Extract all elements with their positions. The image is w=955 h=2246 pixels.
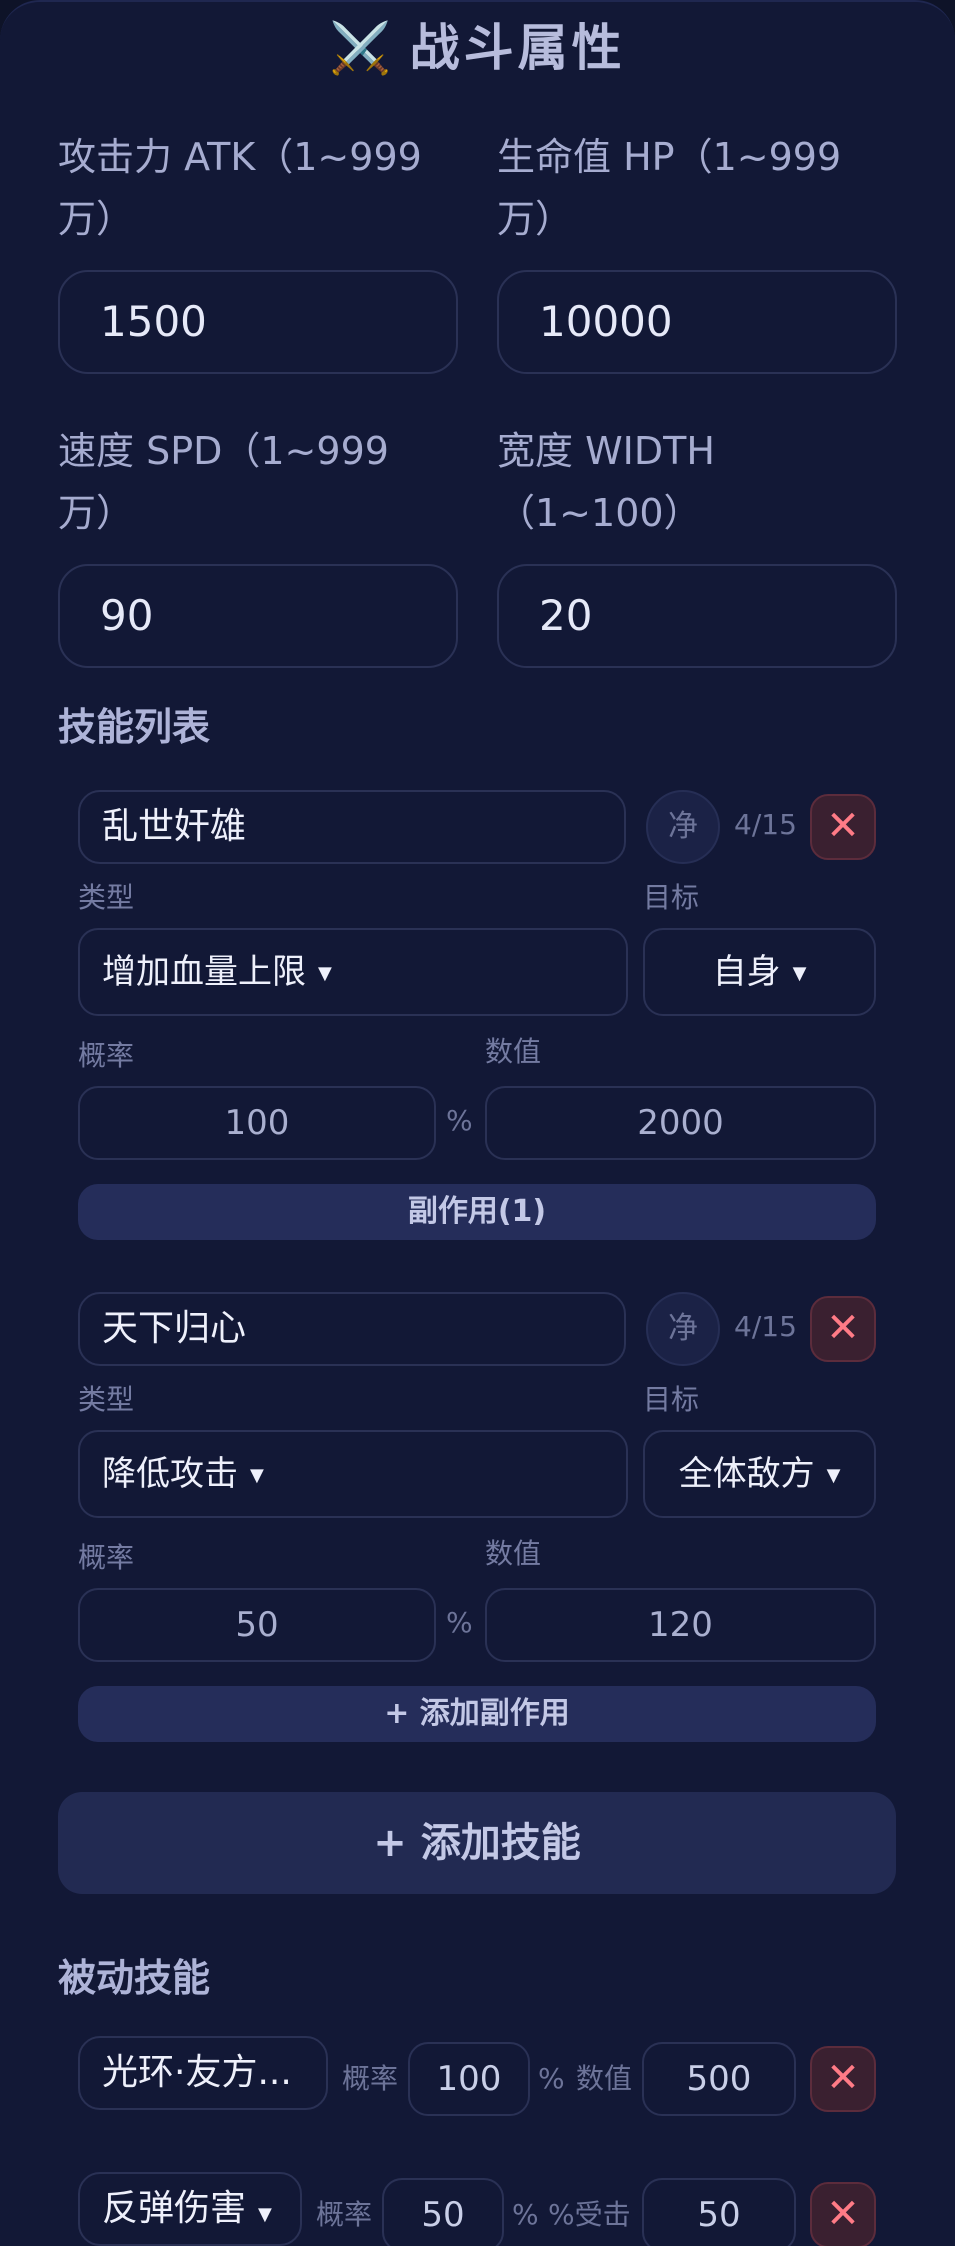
target-label: 目标 xyxy=(643,881,700,914)
percent-sign: % xyxy=(538,2062,565,2095)
spd-label: 速度 SPD（1~999万） xyxy=(58,429,389,535)
delete-skill-button[interactable]: ✕ xyxy=(810,1296,876,1362)
type-label: 类型 xyxy=(78,1383,135,1416)
spd-input[interactable]: 90 xyxy=(58,564,458,668)
value-label: 数值 xyxy=(485,1537,542,1570)
rate-input[interactable]: 50 xyxy=(78,1588,436,1662)
rate-input[interactable]: 50 xyxy=(382,2178,504,2246)
purify-toggle[interactable]: 净 xyxy=(646,790,720,864)
skill-type-select[interactable]: 增加血量上限 ▼ xyxy=(78,928,628,1016)
dropdown-arrow-icon: ▼ xyxy=(792,962,807,984)
percent-sign: % xyxy=(446,1606,473,1639)
skill-type-value: 降低攻击 xyxy=(102,1454,238,1494)
side-effect-button[interactable]: 副作用(1) xyxy=(78,1184,876,1240)
skill-target-select[interactable]: 自身 ▼ xyxy=(643,928,876,1016)
close-icon: ✕ xyxy=(826,2191,860,2237)
passive-type-select[interactable]: 反弹伤害 ▼ xyxy=(78,2172,302,2246)
value-input[interactable]: 50 xyxy=(642,2178,796,2246)
rate-label: 概率 xyxy=(316,2198,373,2231)
delete-passive-button[interactable]: ✕ xyxy=(810,2182,876,2246)
rate-label: 概率 xyxy=(78,1541,135,1574)
target-label: 目标 xyxy=(643,1383,700,1416)
rate-label: 概率 xyxy=(78,1039,135,1072)
skill-type-value: 增加血量上限 xyxy=(102,952,306,992)
percent-sign: % xyxy=(446,1104,473,1137)
value-label: 数值 xyxy=(576,2062,633,2095)
dropdown-arrow-icon: ▼ xyxy=(826,1464,841,1486)
skill-type-select[interactable]: 降低攻击 ▼ xyxy=(78,1430,628,1518)
skill-name-input[interactable]: 乱世奸雄 xyxy=(78,790,626,864)
value-input[interactable]: 120 xyxy=(485,1588,876,1662)
rate-input[interactable]: 100 xyxy=(408,2042,530,2116)
atk-input[interactable]: 1500 xyxy=(58,270,458,374)
rate-label: 概率 xyxy=(342,2062,399,2095)
atk-label: 攻击力 ATK（1~999万） xyxy=(58,135,422,241)
add-skill-button[interactable]: + 添加技能 xyxy=(58,1792,896,1894)
percent-sign: % xyxy=(512,2198,539,2231)
value-label: %受击 xyxy=(548,2198,631,2231)
skills-section-title: 技能列表 xyxy=(58,705,211,749)
hp-label: 生命值 HP（1~999万） xyxy=(497,135,842,241)
dropdown-arrow-icon: ▼ xyxy=(250,1464,264,1486)
skill-target-select[interactable]: 全体敌方 ▼ xyxy=(643,1430,876,1518)
close-icon: ✕ xyxy=(826,803,860,849)
hp-input[interactable]: 10000 xyxy=(497,270,897,374)
panel-title-text: 战斗属性 xyxy=(409,19,626,77)
skill-count: 4/15 xyxy=(734,1310,797,1343)
dropdown-arrow-icon: ▼ xyxy=(258,2204,272,2225)
width-input[interactable]: 20 xyxy=(497,564,897,668)
width-label: 宽度 WIDTH（1~100） xyxy=(497,429,715,535)
passive-type-value: 反弹伤害 xyxy=(102,2188,247,2229)
type-label: 类型 xyxy=(78,881,135,914)
close-icon: ✕ xyxy=(826,1305,860,1351)
value-input[interactable]: 2000 xyxy=(485,1086,876,1160)
battle-stats-panel: ⚔️ 战斗属性 攻击力 ATK（1~999万） 1500 生命值 HP（1~999… xyxy=(0,0,955,2246)
delete-skill-button[interactable]: ✕ xyxy=(810,794,876,860)
panel-title: ⚔️ 战斗属性 xyxy=(0,14,955,82)
dropdown-arrow-icon: ▼ xyxy=(318,962,332,984)
skill-target-value: 全体敌方 xyxy=(678,1454,815,1494)
purify-toggle[interactable]: 净 xyxy=(646,1292,720,1366)
skill-target-value: 自身 xyxy=(712,952,781,992)
skill-name-input[interactable]: 天下归心 xyxy=(78,1292,626,1366)
value-label: 数值 xyxy=(485,1035,542,1068)
rate-input[interactable]: 100 xyxy=(78,1086,436,1160)
delete-passive-button[interactable]: ✕ xyxy=(810,2046,876,2112)
close-icon: ✕ xyxy=(826,2055,860,2101)
passive-section-title: 被动技能 xyxy=(58,1956,211,2000)
passive-name-select[interactable]: 光环·友方... xyxy=(78,2036,328,2110)
crossed-swords-icon: ⚔️ xyxy=(329,19,396,77)
value-input[interactable]: 500 xyxy=(642,2042,796,2116)
add-side-effect-button[interactable]: + 添加副作用 xyxy=(78,1686,876,1742)
skill-count: 4/15 xyxy=(734,808,797,841)
